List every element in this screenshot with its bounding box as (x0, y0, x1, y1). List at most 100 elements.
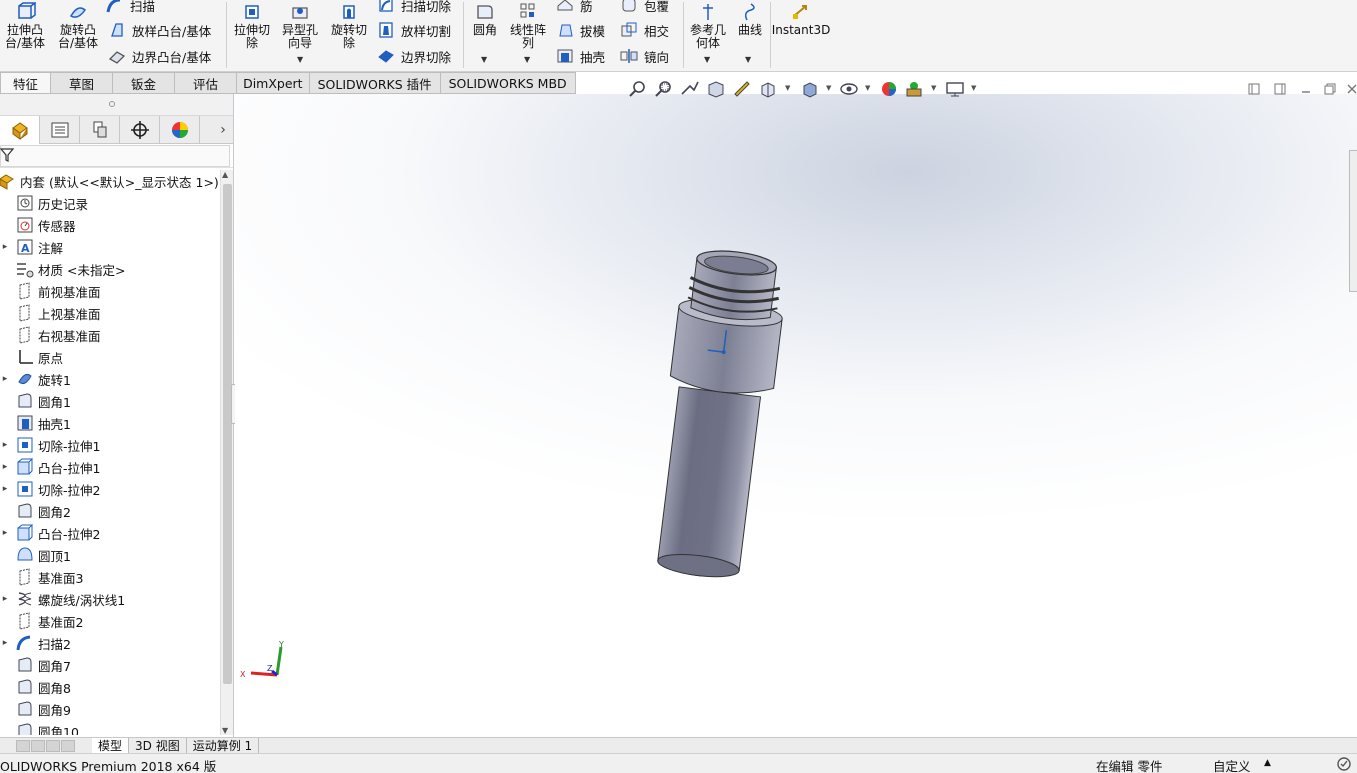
tab-display-manager[interactable] (160, 116, 200, 144)
tree-item[interactable]: 原点 (0, 346, 63, 368)
rib-button[interactable]: 筋 (556, 0, 593, 15)
tree-item[interactable]: 传感器 (0, 214, 76, 236)
panel-grip[interactable] (0, 94, 233, 116)
view-settings-dropdown-icon[interactable]: ▼ (971, 84, 976, 92)
lofted-cut-button[interactable]: 放样切割 (377, 20, 451, 40)
tree-item[interactable]: 圆角9 (0, 698, 71, 720)
tree-item[interactable]: 历史记录 (0, 192, 88, 214)
units-up-icon[interactable]: ▲ (1264, 758, 1271, 768)
revolve-boss-button[interactable]: 旋转凸 台/基体 (53, 0, 103, 70)
tree-item[interactable]: 圆角2 (0, 500, 71, 522)
tree-item[interactable]: ▸ 扫描2 (0, 632, 71, 654)
graphics-area[interactable]: ▼ ▼ ▼ ▼ ▼ Y X Z (235, 81, 1357, 737)
expand-arrow-icon[interactable]: ▸ (0, 374, 10, 384)
swept-cut-button[interactable]: 扫描切除 (377, 0, 451, 15)
tab-solidworks-addins[interactable]: SOLIDWORKS 插件 (309, 72, 441, 94)
previous-view-icon[interactable] (680, 80, 700, 98)
tab-motion-study-1[interactable]: 运动算例 1 (187, 737, 260, 754)
zoom-to-area-icon[interactable] (654, 80, 674, 98)
tree-item[interactable]: 圆顶1 (0, 544, 71, 566)
tree-filter[interactable] (0, 144, 233, 168)
tree-root-part[interactable]: 内套 (默认<<默认>_显示状态 1>) (0, 170, 219, 192)
filter-icon[interactable] (0, 148, 14, 162)
instant3d-button[interactable]: Instant3D (772, 0, 830, 70)
zoom-to-fit-icon[interactable] (628, 80, 648, 98)
tab-sketch[interactable]: 草图 (51, 72, 114, 94)
fillet-dropdown-icon[interactable]: ▼ (481, 55, 487, 64)
tree-item[interactable]: 材质 <未指定> (0, 258, 125, 280)
intersect-button[interactable]: 相交 (620, 20, 669, 40)
extrude-boss-button[interactable]: 拉伸凸 台/基体 (2, 0, 48, 70)
maximize-icon[interactable] (1323, 82, 1337, 96)
task-pane-tabs[interactable] (1349, 150, 1357, 292)
revolve-cut-button[interactable]: 旋转切 除 (326, 0, 372, 70)
tree-scroll-thumb[interactable] (223, 184, 232, 684)
tree-item[interactable]: ▸ 旋转1 (0, 368, 71, 390)
sweep-button[interactable]: 扫描 (106, 0, 155, 15)
edit-appearance-icon[interactable] (879, 80, 899, 98)
tab-evaluate[interactable]: 评估 (175, 72, 238, 94)
boundary-boss-button[interactable]: 边界凸台/基体 (108, 46, 211, 66)
expand-arrow-icon[interactable]: ▸ (0, 528, 10, 538)
tree-item[interactable]: 前视基准面 (0, 280, 101, 302)
tree-item[interactable]: 圆角8 (0, 676, 71, 698)
display-style-icon[interactable] (800, 80, 820, 98)
tab-property-manager[interactable] (40, 116, 80, 144)
tree-item[interactable]: ▸ 切除-拉伸2 (0, 478, 100, 500)
reference-geometry-dropdown-icon[interactable]: ▼ (704, 55, 710, 64)
expand-arrow-icon[interactable]: ▸ (0, 638, 10, 648)
tree-item[interactable]: ▸ A 注解 (0, 236, 63, 258)
expand-arrow-icon[interactable]: ▸ (0, 594, 10, 604)
tree-item[interactable]: ▸ 切除-拉伸1 (0, 434, 100, 456)
expand-arrow-icon[interactable]: ▸ (0, 484, 10, 494)
curves-dropdown-icon[interactable]: ▼ (745, 55, 751, 64)
split-pane-icon[interactable] (1273, 82, 1287, 96)
tree-item[interactable]: ▸ 螺旋线/涡状线1 (0, 588, 125, 610)
tab-dimxpert[interactable]: DimXpert (237, 72, 310, 94)
tree-item[interactable]: ▸ 凸台-拉伸2 (0, 522, 100, 544)
mirror-button[interactable]: 镜向 (620, 46, 669, 66)
loft-boss-button[interactable]: 放样凸台/基体 (108, 20, 211, 40)
tree-item[interactable]: 圆角10 (0, 720, 79, 735)
tree-item[interactable]: ▸ 凸台-拉伸1 (0, 456, 100, 478)
tab-solidworks-mbd[interactable]: SOLIDWORKS MBD (440, 72, 576, 94)
apply-scene-dropdown-icon[interactable]: ▼ (931, 84, 936, 92)
apply-scene-icon[interactable] (904, 80, 924, 98)
extrude-cut-button[interactable]: 拉伸切 除 (230, 0, 274, 70)
tab-scroll-arrows[interactable] (0, 738, 92, 754)
tab-3d-views[interactable]: 3D 视图 (129, 737, 187, 754)
tree-item[interactable]: 上视基准面 (0, 302, 101, 324)
display-style-dropdown-icon[interactable]: ▼ (826, 84, 831, 92)
view-orientation-dropdown-icon[interactable]: ▼ (785, 84, 790, 92)
scroll-down-icon[interactable]: ▼ (222, 726, 228, 735)
shell-button[interactable]: 抽壳 (556, 46, 605, 66)
view-orientation-icon[interactable] (758, 80, 778, 98)
section-view-icon[interactable] (706, 80, 726, 98)
tree-item[interactable]: 基准面3 (0, 566, 83, 588)
dynamic-annotation-icon[interactable] (732, 80, 752, 98)
boundary-cut-button[interactable]: 边界切除 (377, 46, 451, 66)
wrap-button[interactable]: 包覆 (620, 0, 669, 15)
tree-scrollbar[interactable]: ▲ ▼ (220, 170, 233, 735)
part-model[interactable] (635, 244, 835, 604)
draft-button[interactable]: 拔模 (556, 20, 605, 40)
rebuild-status-icon[interactable] (1336, 756, 1352, 772)
scroll-up-icon[interactable]: ▲ (222, 170, 228, 179)
tab-features[interactable]: 特征 (0, 72, 52, 94)
tree-item[interactable]: 基准面2 (0, 610, 83, 632)
hide-show-items-icon[interactable] (839, 80, 859, 98)
expand-arrow-icon[interactable]: ▸ (0, 462, 10, 472)
panel-tab-more-icon[interactable]: › (213, 116, 233, 143)
tree-item[interactable]: 圆角7 (0, 654, 71, 676)
tab-model[interactable]: 模型 (92, 737, 130, 754)
view-settings-icon[interactable] (945, 80, 965, 98)
tree-item[interactable]: 圆角1 (0, 390, 71, 412)
minimize-icon[interactable] (1299, 82, 1313, 96)
tree-item[interactable]: 右视基准面 (0, 324, 101, 346)
restore-pane-icon[interactable] (1247, 82, 1261, 96)
tree-item[interactable]: 抽壳1 (0, 412, 71, 434)
expand-arrow-icon[interactable]: ▸ (0, 242, 10, 252)
status-units[interactable]: 自定义 (1213, 756, 1251, 773)
tab-configuration-manager[interactable] (80, 116, 120, 144)
linear-pattern-dropdown-icon[interactable]: ▼ (524, 55, 530, 64)
